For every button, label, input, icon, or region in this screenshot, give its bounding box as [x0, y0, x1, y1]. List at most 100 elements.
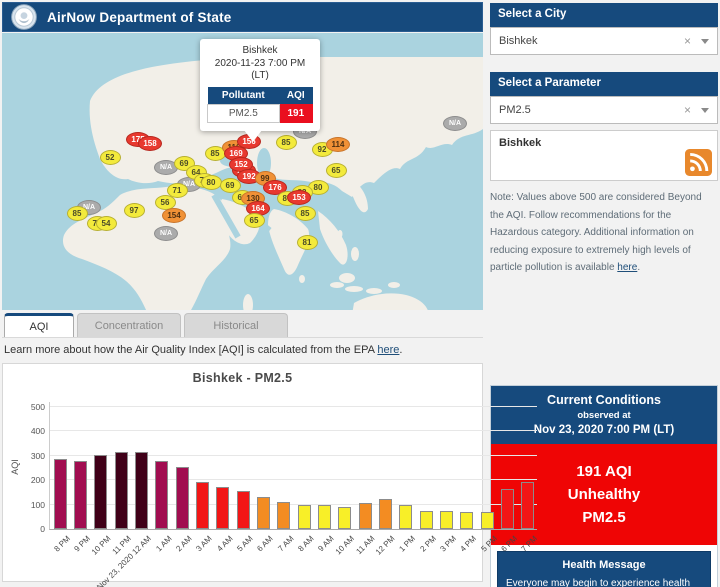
- map-marker[interactable]: 54: [96, 216, 117, 231]
- parameter-chevron-down-icon[interactable]: [701, 108, 709, 113]
- map-marker[interactable]: 81: [297, 235, 318, 250]
- map-marker[interactable]: 85: [295, 206, 316, 221]
- chart-bar: [176, 467, 189, 530]
- sidebar-note-link[interactable]: here: [617, 262, 637, 273]
- chart-y-tick-label: 100: [31, 500, 45, 510]
- map-popup: Bishkek 2020-11-23 7:00 PM (LT) Pollutan…: [200, 39, 320, 131]
- sidebar-note-period: .: [637, 262, 640, 273]
- chart-x-tick-label: 1 PM: [398, 534, 418, 554]
- learn-more-period: .: [399, 344, 402, 356]
- chart-bar: [420, 511, 433, 529]
- chart-x-tick-label: 4 AM: [215, 534, 234, 553]
- chart-x-tick-label: 7 AM: [276, 534, 295, 553]
- chart-x-tick-label: 6 PM: [499, 534, 519, 554]
- chart-x-tick-label: 5 PM: [479, 534, 499, 554]
- popup-col-aqi: AQI: [279, 87, 312, 105]
- popup-pollutant-value: PM2.5: [208, 104, 280, 122]
- chart-bar: [135, 452, 148, 529]
- chart-bar: [481, 512, 494, 529]
- learn-more-text: Learn more about how the Air Quality Ind…: [2, 338, 483, 361]
- learn-more-link[interactable]: here: [377, 344, 399, 356]
- chart-x-tick-label: 2 AM: [174, 534, 193, 553]
- map-marker[interactable]: 80: [201, 175, 222, 190]
- chart-x-tick-label: 10 PM: [89, 534, 112, 557]
- parameter-dropdown[interactable]: PM2.5 ×: [490, 96, 718, 124]
- popup-aqi-value: 191: [279, 104, 312, 122]
- tab-aqi[interactable]: AQI: [4, 313, 74, 337]
- aqi-world-map[interactable]: 52175158N/A69N/A64708085715697N/A8579541…: [2, 33, 483, 310]
- rss-feed-icon[interactable]: [685, 149, 712, 176]
- chart-x-tick-label: 7 PM: [520, 534, 540, 554]
- city-dropdown[interactable]: Bishkek ×: [490, 27, 718, 55]
- tab-historical[interactable]: Historical: [184, 313, 288, 337]
- chart-bar: [155, 461, 168, 529]
- city-clear-icon[interactable]: ×: [684, 34, 691, 48]
- app-title: AirNow Department of State: [47, 10, 231, 25]
- map-marker[interactable]: 52: [100, 150, 121, 165]
- map-marker[interactable]: 65: [326, 163, 347, 178]
- map-marker[interactable]: 97: [124, 203, 145, 218]
- chart-bar: [521, 482, 534, 529]
- chart-y-tick-label: 300: [31, 451, 45, 461]
- department-of-state-seal-icon: [11, 4, 37, 30]
- chart-plot-area: [49, 402, 537, 530]
- chart-y-ticks: 0100200300400500: [17, 402, 47, 530]
- chart-y-tick-label: 500: [31, 402, 45, 412]
- chart-bar: [216, 487, 229, 529]
- left-column: AirNow Department of State: [2, 2, 483, 587]
- chart-bar: [257, 497, 270, 529]
- chart-bar: [359, 503, 372, 529]
- select-city-panel: Select a City Bishkek ×: [490, 3, 718, 55]
- chart-x-tick-label: 3 AM: [195, 534, 214, 553]
- chart-x-tick-label: 12 PM: [374, 534, 397, 557]
- chart-y-tick-label: 200: [31, 475, 45, 485]
- chart-bar: [338, 507, 351, 529]
- chart-x-labels: 8 PM9 PM10 PM11 PMNov 23, 2020 12 AM1 AM…: [49, 531, 537, 583]
- map-marker[interactable]: 85: [276, 135, 297, 150]
- map-marker[interactable]: 65: [244, 213, 265, 228]
- chart-x-tick-label: 5 AM: [235, 534, 254, 553]
- map-marker[interactable]: 85: [67, 206, 88, 221]
- map-marker[interactable]: N/A: [154, 226, 178, 241]
- map-marker[interactable]: 114: [326, 137, 350, 152]
- chart-y-tick-label: 0: [40, 524, 45, 534]
- chart-bar: [298, 505, 311, 529]
- chart-x-tick-label: 3 PM: [438, 534, 458, 554]
- chart-bar: [115, 452, 128, 529]
- chart-bar: [196, 482, 209, 529]
- chart-x-tick-label: 8 AM: [296, 534, 315, 553]
- feed-box: Bishkek: [490, 130, 718, 181]
- map-marker[interactable]: 153: [287, 190, 311, 205]
- select-city-header: Select a City: [490, 3, 718, 27]
- popup-timezone: (LT): [207, 70, 313, 83]
- popup-datetime: 2020-11-23 7:00 PM: [207, 58, 313, 71]
- sidebar-note-body: Note: Values above 500 are considered Be…: [490, 192, 702, 273]
- chart-bar: [54, 459, 67, 529]
- chart-x-tick-label: 4 PM: [459, 534, 479, 554]
- city-chevron-down-icon[interactable]: [701, 39, 709, 44]
- chart-x-tick-label: 9 PM: [72, 534, 92, 554]
- map-marker[interactable]: 154: [162, 208, 186, 223]
- chart-title: Bishkek - PM2.5: [3, 371, 482, 385]
- chart-x-tick-label: 8 PM: [52, 534, 72, 554]
- popup-tail: [244, 130, 262, 142]
- aqi-bar-chart: Bishkek - PM2.5 AQI 0100200300400500 8 P…: [2, 363, 483, 582]
- chart-bar: [399, 505, 412, 529]
- chart-gridline: [50, 430, 537, 431]
- chart-bar: [440, 511, 453, 529]
- tabs-row: AQI Concentration Historical: [2, 313, 483, 338]
- chart-bar: [94, 455, 107, 529]
- chart-bar: [318, 505, 331, 530]
- sidebar-note: Note: Values above 500 are considered Be…: [490, 189, 718, 277]
- map-marker[interactable]: 158: [138, 136, 162, 151]
- parameter-clear-icon[interactable]: ×: [684, 103, 691, 117]
- parameter-dropdown-value: PM2.5: [499, 104, 684, 116]
- chart-bar: [460, 512, 473, 529]
- chart-x-tick-label: 2 PM: [418, 534, 438, 554]
- tab-concentration[interactable]: Concentration: [77, 313, 181, 337]
- chart-y-tick-label: 400: [31, 426, 45, 436]
- learn-more-body: Learn more about how the Air Quality Ind…: [4, 344, 377, 356]
- chart-x-tick-label: 10 AM: [334, 534, 356, 556]
- chart-bar: [74, 461, 87, 529]
- map-marker[interactable]: N/A: [443, 116, 467, 131]
